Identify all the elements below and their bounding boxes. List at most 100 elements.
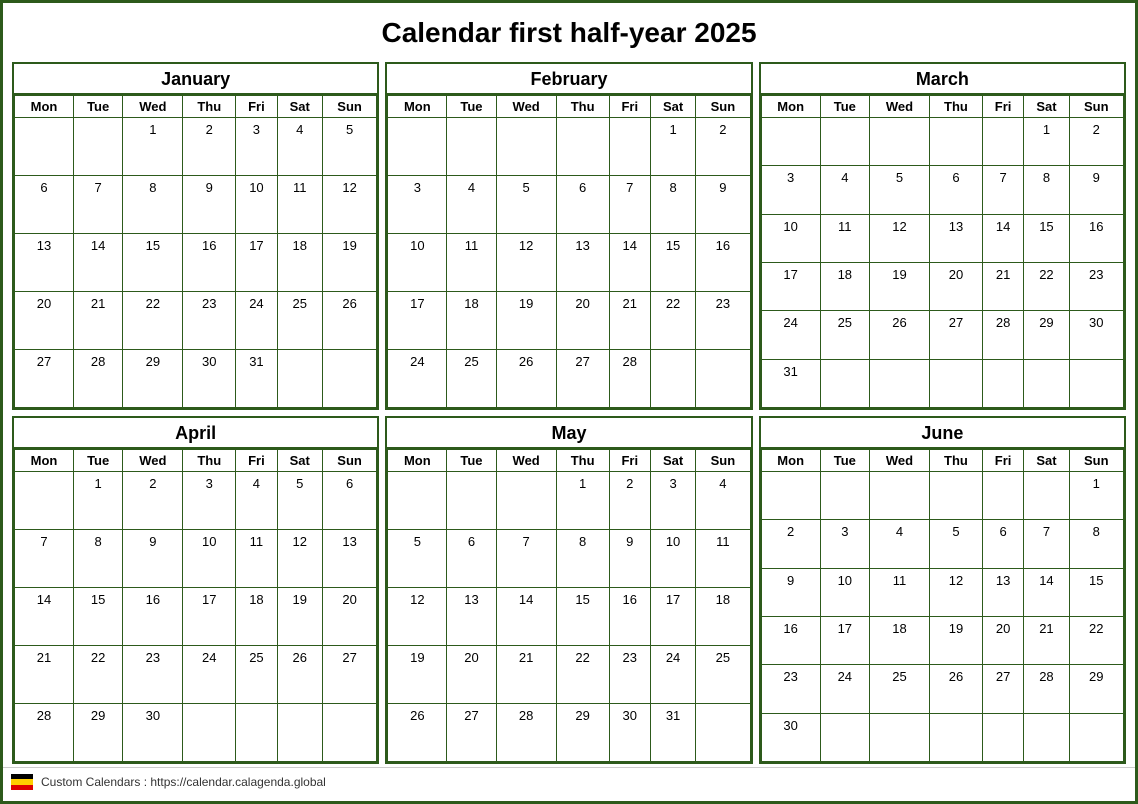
day-cell: 18 <box>447 292 496 350</box>
day-header: Fri <box>236 450 277 472</box>
week-row: 23242526272829 <box>761 665 1123 713</box>
day-cell: 3 <box>388 176 447 234</box>
day-cell: 20 <box>322 588 376 646</box>
day-cell: 6 <box>930 166 983 214</box>
day-cell: 2 <box>609 472 650 530</box>
week-row: 13141516171819 <box>15 234 377 292</box>
day-cell: 6 <box>556 176 609 234</box>
day-cell: 4 <box>277 118 322 176</box>
day-header: Sun <box>322 96 376 118</box>
day-header: Tue <box>74 450 123 472</box>
day-cell <box>609 118 650 176</box>
day-header: Sat <box>650 450 695 472</box>
day-cell <box>982 713 1023 761</box>
day-cell: 2 <box>761 520 820 568</box>
day-cell <box>930 359 983 407</box>
day-header: Thu <box>556 96 609 118</box>
week-row: 9101112131415 <box>761 568 1123 616</box>
day-cell: 18 <box>820 262 869 310</box>
day-cell: 18 <box>696 588 750 646</box>
day-cell: 4 <box>869 520 929 568</box>
day-cell <box>869 472 929 520</box>
day-cell: 31 <box>650 704 695 762</box>
week-row: 2345678 <box>761 520 1123 568</box>
day-cell: 11 <box>236 530 277 588</box>
day-cell <box>388 472 447 530</box>
day-cell <box>982 472 1023 520</box>
day-cell: 26 <box>869 311 929 359</box>
day-cell: 25 <box>236 646 277 704</box>
day-cell: 8 <box>556 530 609 588</box>
day-cell: 10 <box>183 530 236 588</box>
day-cell: 8 <box>74 530 123 588</box>
week-row: 12 <box>761 118 1123 166</box>
day-cell <box>820 359 869 407</box>
day-header: Thu <box>556 450 609 472</box>
week-row: 3456789 <box>388 176 750 234</box>
day-cell: 3 <box>650 472 695 530</box>
week-row: 24252627282930 <box>761 311 1123 359</box>
day-cell: 6 <box>982 520 1023 568</box>
day-cell: 25 <box>277 292 322 350</box>
cal-table: MonTueWedThuFriSatSun1234567891011121314… <box>14 95 377 408</box>
day-header: Fri <box>982 96 1023 118</box>
day-cell: 22 <box>650 292 695 350</box>
day-header: Wed <box>869 96 929 118</box>
day-header: Sun <box>696 96 750 118</box>
day-cell <box>820 118 869 166</box>
day-cell: 23 <box>696 292 750 350</box>
day-cell: 27 <box>982 665 1023 713</box>
day-cell: 6 <box>447 530 496 588</box>
day-cell: 28 <box>609 350 650 408</box>
day-header: Sun <box>1069 96 1123 118</box>
day-cell: 4 <box>236 472 277 530</box>
day-cell: 17 <box>183 588 236 646</box>
day-cell: 17 <box>650 588 695 646</box>
footer: Custom Calendars : https://calendar.cala… <box>3 767 1135 795</box>
day-cell: 12 <box>388 588 447 646</box>
day-cell: 5 <box>496 176 556 234</box>
day-cell: 18 <box>277 234 322 292</box>
day-header: Fri <box>609 450 650 472</box>
cal-table: MonTueWedThuFriSatSun1234567891011121314… <box>14 449 377 762</box>
day-cell: 28 <box>74 350 123 408</box>
day-cell: 30 <box>761 713 820 761</box>
day-cell: 19 <box>869 262 929 310</box>
day-header: Thu <box>183 96 236 118</box>
day-header: Sat <box>1024 96 1069 118</box>
week-row: 10111213141516 <box>761 214 1123 262</box>
day-header: Fri <box>236 96 277 118</box>
week-row: 10111213141516 <box>388 234 750 292</box>
day-cell <box>696 704 750 762</box>
day-cell <box>183 704 236 762</box>
page-title: Calendar first half-year 2025 <box>3 3 1135 59</box>
day-header: Tue <box>820 96 869 118</box>
day-header: Sat <box>277 450 322 472</box>
day-cell: 27 <box>322 646 376 704</box>
day-cell <box>930 713 983 761</box>
day-cell: 20 <box>930 262 983 310</box>
day-cell: 27 <box>447 704 496 762</box>
day-header: Sun <box>696 450 750 472</box>
day-cell <box>447 118 496 176</box>
day-cell: 5 <box>277 472 322 530</box>
day-cell: 15 <box>1024 214 1069 262</box>
day-cell: 2 <box>183 118 236 176</box>
day-cell: 18 <box>869 616 929 664</box>
cal-table: MonTueWedThuFriSatSun1234567891011121314… <box>387 95 750 408</box>
day-cell <box>277 350 322 408</box>
day-cell: 4 <box>820 166 869 214</box>
day-cell: 7 <box>15 530 74 588</box>
day-cell: 14 <box>982 214 1023 262</box>
day-cell: 5 <box>930 520 983 568</box>
day-header: Mon <box>761 96 820 118</box>
day-header: Sat <box>650 96 695 118</box>
day-cell: 24 <box>650 646 695 704</box>
day-header: Tue <box>447 96 496 118</box>
week-row: 12345 <box>15 118 377 176</box>
day-cell: 1 <box>556 472 609 530</box>
day-cell: 8 <box>1069 520 1123 568</box>
cal-table: MonTueWedThuFriSatSun1234567891011121314… <box>761 449 1124 762</box>
week-row: 1 <box>761 472 1123 520</box>
day-cell: 13 <box>556 234 609 292</box>
